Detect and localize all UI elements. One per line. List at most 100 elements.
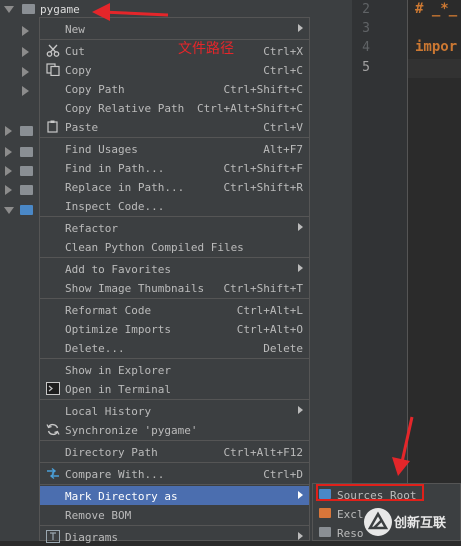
menu-item-label: New [65,23,85,36]
collapse-arrow-icon[interactable] [5,166,12,176]
code-editor[interactable]: 2 3 4 5 # _*_ impor [352,0,461,541]
watermark-text: 创新互联 [394,516,447,531]
diagram-icon [46,530,60,543]
context-menu: New Cut Ctrl+X Copy Ctrl+C Copy Path Ctr… [39,17,310,544]
menu-item-copy-path[interactable]: Copy Path Ctrl+Shift+C [40,79,309,98]
annotation-label: 文件路径 [178,41,234,57]
menu-item-label: Mark Directory as [65,490,178,503]
menu-item-label: Add to Favorites [65,263,171,276]
tree-row[interactable] [0,201,40,220]
menu-separator [40,257,309,258]
menu-item-find-in-path[interactable]: Find in Path... Ctrl+Shift+F [40,158,309,177]
collapse-arrow-icon[interactable] [5,185,12,195]
menu-separator [40,440,309,441]
menu-item-shortcut: Ctrl+Shift+R [223,181,303,194]
collapse-arrow-icon[interactable] [5,147,12,157]
tree-row[interactable] [0,22,40,41]
collapse-arrow-icon[interactable] [22,86,29,96]
menu-separator [40,399,309,400]
menu-item-optimize-imports[interactable]: Optimize Imports Ctrl+Alt+O [40,319,309,338]
menu-item-label: Clean Python Compiled Files [65,241,244,254]
folder-icon [20,147,33,157]
collapse-arrow-icon[interactable] [22,47,29,57]
tree-row[interactable] [0,143,40,162]
submenu-arrow-icon [298,264,303,272]
line-number-gutter: 2 3 4 5 [352,0,408,541]
collapse-arrow-icon[interactable] [22,67,29,77]
copy-icon [46,63,60,76]
line-number: 4 [362,40,370,55]
menu-separator [40,484,309,485]
menu-item-reformat-code[interactable]: Reformat Code Ctrl+Alt+L [40,300,309,319]
menu-item-delete[interactable]: Delete... Delete [40,338,309,357]
menu-item-label: Replace in Path... [65,181,185,194]
tree-row[interactable] [0,122,40,141]
menu-item-paste[interactable]: Paste Ctrl+V [40,117,309,136]
menu-item-remove-bom[interactable]: Remove BOM [40,505,309,524]
menu-item-copy[interactable]: Copy Ctrl+C [40,60,309,79]
menu-item-shortcut: Ctrl+C [263,64,303,77]
tree-row[interactable] [0,82,40,101]
menu-item-mark-directory-as[interactable]: Mark Directory as [40,486,309,505]
menu-item-find-usages[interactable]: Find Usages Alt+F7 [40,139,309,158]
menu-item-label: Refactor [65,222,118,235]
folder-icon [319,508,331,518]
watermark-logo: 创新互联 [364,506,461,541]
menu-item-cut[interactable]: Cut Ctrl+X [40,41,309,60]
menu-item-label: Copy [65,64,92,77]
menu-item-synchronize[interactable]: Synchronize 'pygame' [40,420,309,439]
menu-item-clean-python-compiled[interactable]: Clean Python Compiled Files [40,237,309,256]
menu-item-label: Diagrams [65,531,118,544]
paste-icon [47,120,58,133]
expand-arrow-icon[interactable] [4,207,14,214]
menu-item-replace-in-path[interactable]: Replace in Path... Ctrl+Shift+R [40,177,309,196]
menu-item-new[interactable]: New [40,19,309,38]
folder-icon [20,126,33,136]
folder-icon [20,166,33,176]
submenu-arrow-icon [298,24,303,32]
line-number: 5 [362,60,370,75]
collapse-arrow-icon[interactable] [5,126,12,136]
menu-item-inspect-code[interactable]: Inspect Code... [40,196,309,215]
menu-item-shortcut: Ctrl+Alt+O [236,323,303,336]
collapse-arrow-icon[interactable] [22,26,29,36]
tree-row[interactable] [0,181,40,200]
menu-item-label: Optimize Imports [65,323,171,336]
menu-item-add-to-favorites[interactable]: Add to Favorites [40,259,309,278]
menu-item-show-image-thumbnails[interactable]: Show Image Thumbnails Ctrl+Shift+T [40,278,309,297]
menu-item-shortcut: Alt+F7 [263,143,303,156]
menu-item-shortcut: Ctrl+X [263,45,303,58]
menu-item-label: Cut [65,45,85,58]
menu-item-directory-path[interactable]: Directory Path Ctrl+Alt+F12 [40,442,309,461]
menu-item-label: Reformat Code [65,304,152,317]
tree-root-label: pygame [40,3,80,16]
tree-row[interactable] [0,162,40,181]
code-line: # _*_ [415,1,458,17]
submenu-item-label: Excl [337,508,364,521]
menu-separator [40,39,309,40]
expand-arrow-icon[interactable] [4,6,14,13]
folder-icon [20,185,33,195]
folder-icon [20,205,33,215]
tree-row[interactable] [0,63,40,82]
menu-separator [40,137,309,138]
sync-icon [46,423,60,436]
menu-separator [40,298,309,299]
menu-item-show-in-explorer[interactable]: Show in Explorer [40,360,309,379]
menu-item-local-history[interactable]: Local History [40,401,309,420]
menu-item-shortcut: Ctrl+Shift+C [223,83,303,96]
submenu-arrow-icon [298,532,303,540]
menu-item-refactor[interactable]: Refactor [40,218,309,237]
line-number: 2 [362,2,370,17]
menu-item-copy-relative-path[interactable]: Copy Relative Path Ctrl+Alt+Shift+C [40,98,309,117]
logo-icon [364,508,392,536]
menu-item-diagrams[interactable]: Diagrams [40,527,309,546]
menu-item-open-in-terminal[interactable]: Open in Terminal [40,379,309,398]
menu-item-label: Synchronize 'pygame' [65,424,198,437]
menu-item-compare-with[interactable]: Compare With... Ctrl+D [40,464,309,483]
menu-separator [40,216,309,217]
menu-separator [40,358,309,359]
highlight-box [316,484,424,501]
tree-row[interactable] [0,43,40,62]
submenu-arrow-icon [298,406,303,414]
